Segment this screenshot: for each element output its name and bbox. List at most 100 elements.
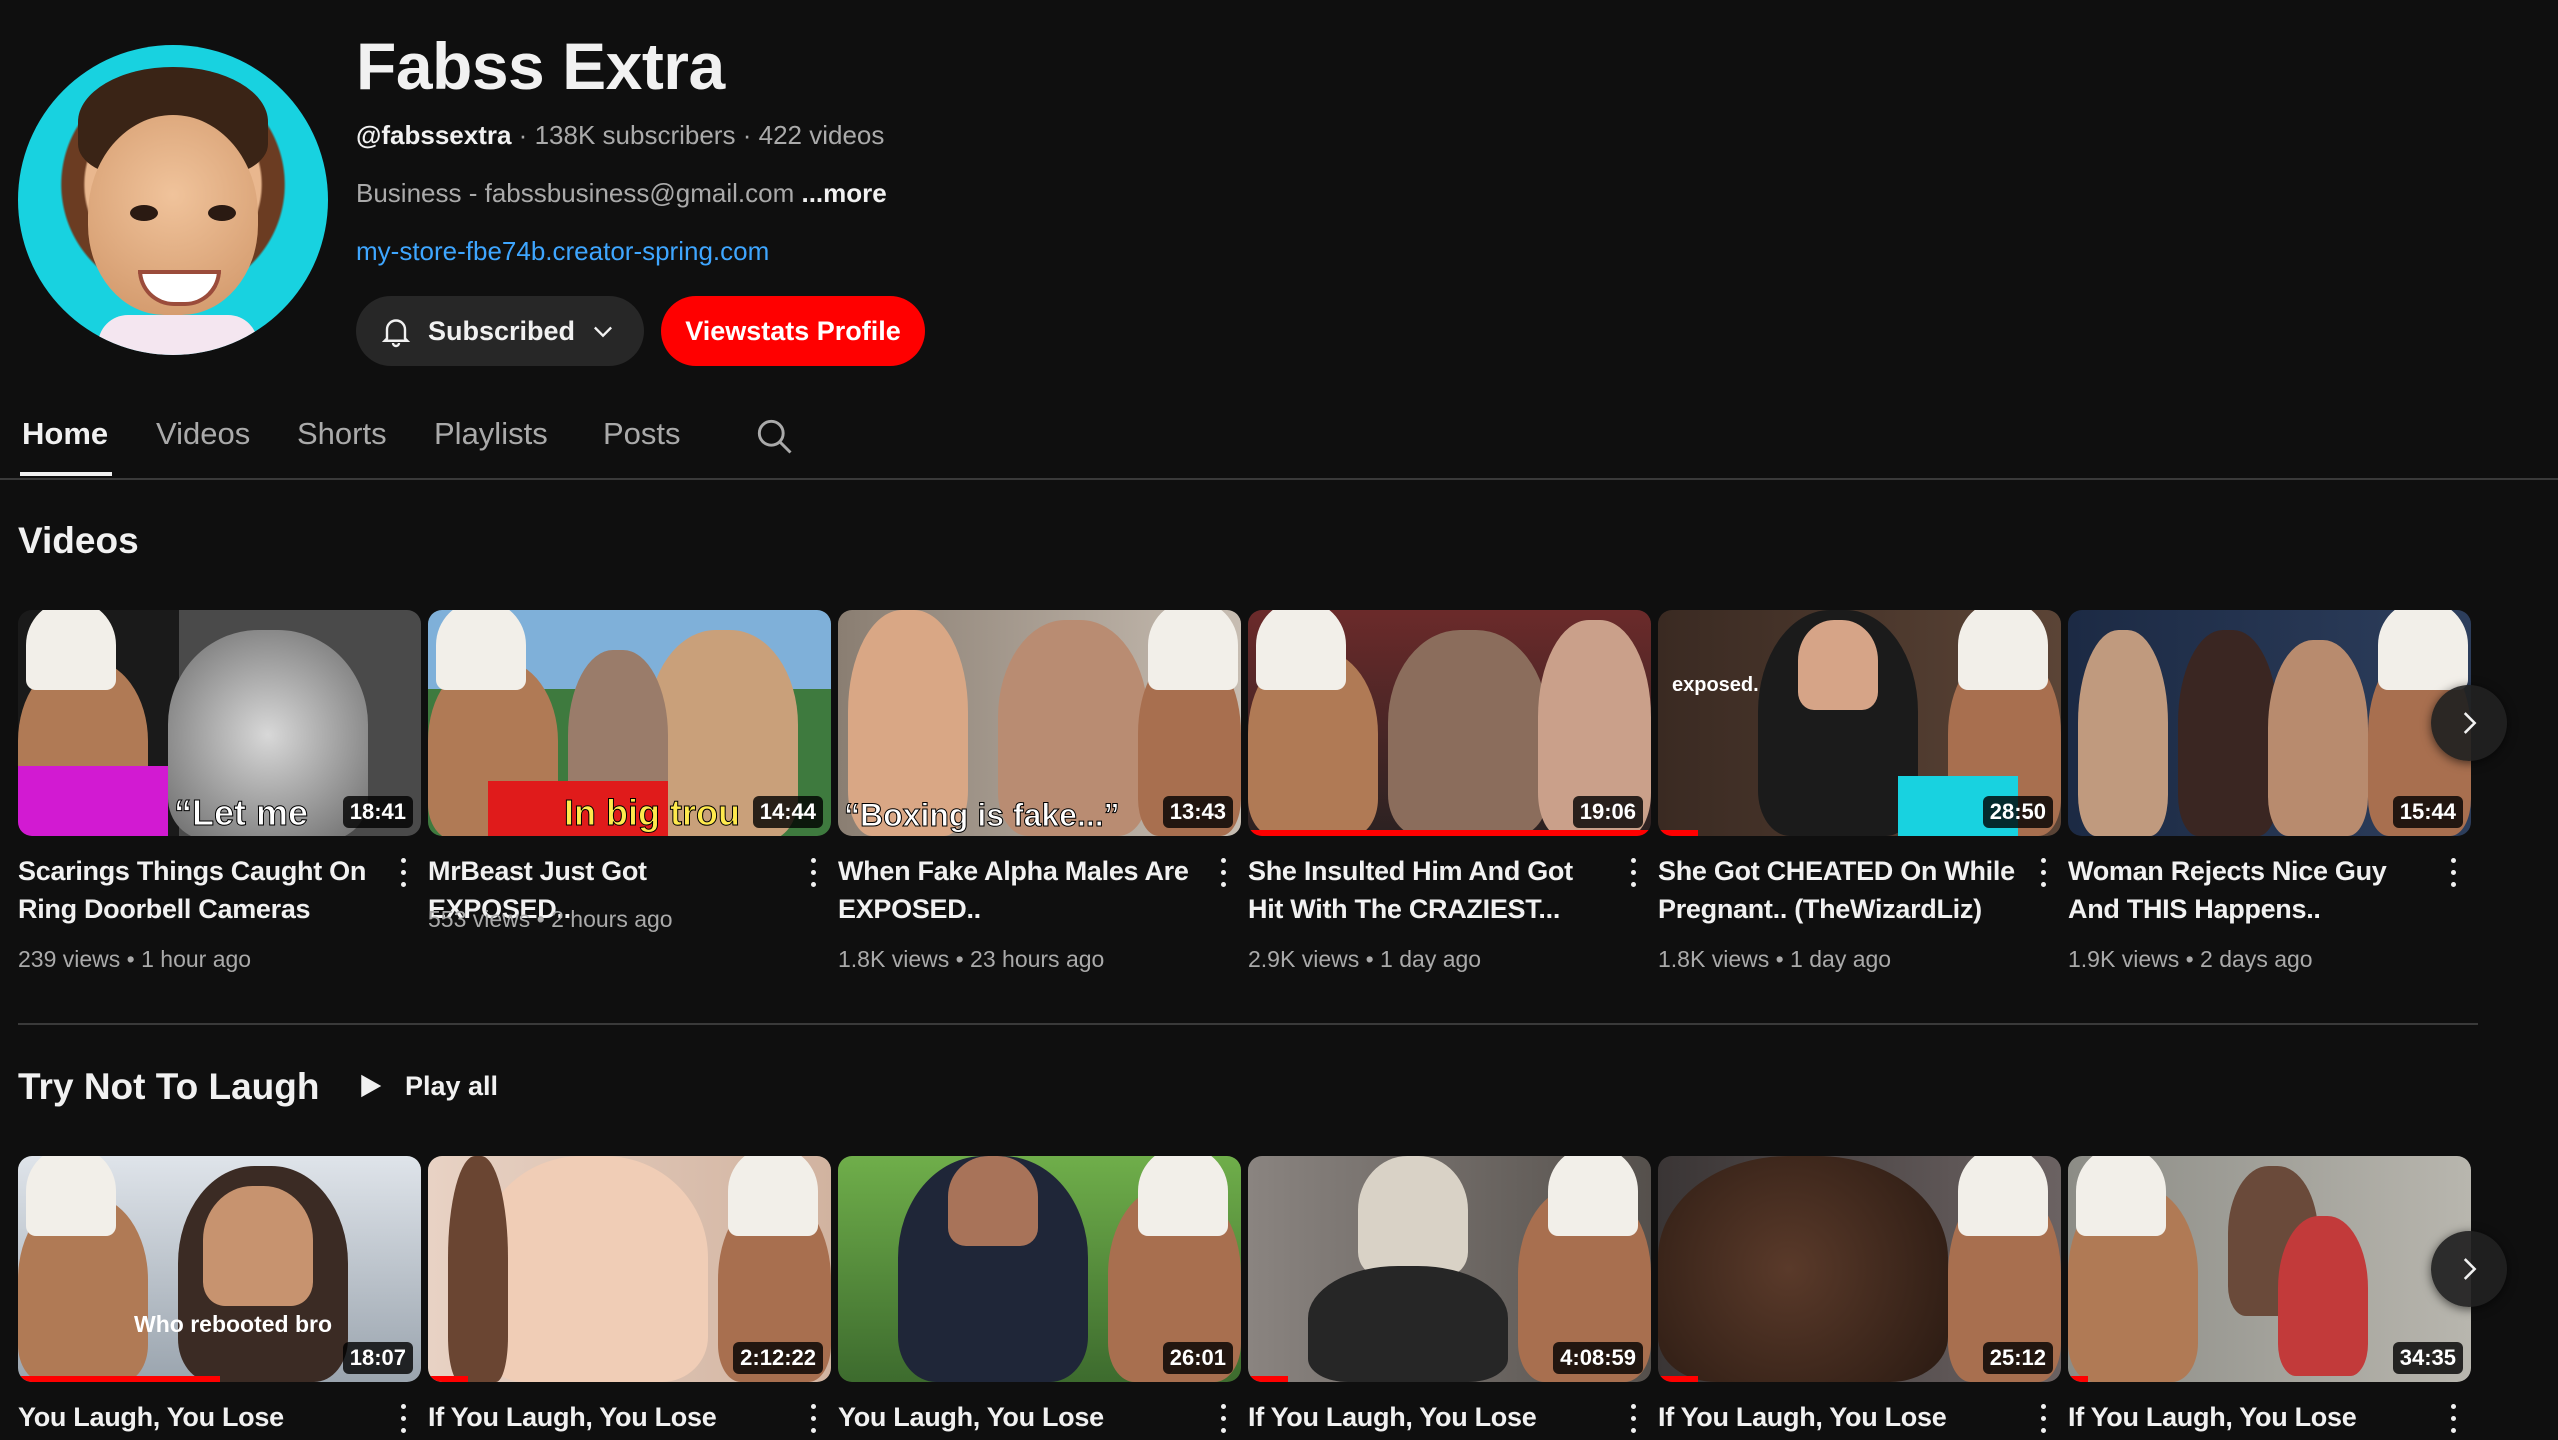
- play-all-button[interactable]: Play all: [355, 1070, 498, 1102]
- more-vertical-icon[interactable]: [391, 1400, 415, 1438]
- video-thumbnail[interactable]: 25:12: [1658, 1156, 2061, 1382]
- more-vertical-icon[interactable]: [1621, 854, 1645, 892]
- section-divider: [18, 1023, 2478, 1025]
- video-card[interactable]: 19:06 She Insulted Him And Got Hit With …: [1248, 610, 1651, 972]
- watch-progress: [1658, 1376, 1699, 1382]
- video-title[interactable]: If You Laugh, You Lose: [2068, 1398, 2428, 1436]
- channel-title: Fabss Extra: [356, 29, 725, 103]
- video-duration: 18:07: [342, 1342, 413, 1374]
- more-vertical-icon[interactable]: [1211, 1400, 1235, 1438]
- more-vertical-icon[interactable]: [1621, 1400, 1645, 1438]
- section-title-try-not-to-laugh[interactable]: Try Not To Laugh: [18, 1066, 319, 1108]
- section-title-videos[interactable]: Videos: [18, 520, 139, 562]
- video-thumbnail[interactable]: 34:35: [2068, 1156, 2471, 1382]
- video-card[interactable]: Who rebooted bro 18:07 You Laugh, You Lo…: [18, 1156, 421, 1433]
- channel-link[interactable]: my-store-fbe74b.creator-spring.com: [356, 236, 769, 267]
- video-thumbnail[interactable]: 4:08:59: [1248, 1156, 1651, 1382]
- video-duration: 13:43: [1162, 796, 1233, 828]
- video-meta: 2.9K views • 1 day ago: [1248, 946, 1482, 972]
- video-meta: 1.8K views • 23 hours ago: [838, 946, 1105, 972]
- video-count: 422 videos: [758, 120, 885, 150]
- video-card[interactable]: “Boxing is fake...” 13:43 When Fake Alph…: [838, 610, 1241, 972]
- video-card[interactable]: 2:12:22 If You Laugh, You Lose: [428, 1156, 831, 1433]
- more-vertical-icon[interactable]: [2031, 1400, 2055, 1438]
- tab-posts[interactable]: Posts: [603, 416, 681, 452]
- viewstats-profile-button[interactable]: Viewstats Profile: [661, 296, 925, 366]
- watch-progress: [1658, 830, 1699, 836]
- video-thumbnail[interactable]: 26:01: [838, 1156, 1241, 1382]
- video-duration: 26:01: [1162, 1342, 1233, 1374]
- video-card[interactable]: exposed. 28:50 She Got CHEATED On While …: [1658, 610, 2061, 972]
- channel-avatar[interactable]: [18, 45, 328, 355]
- thumbnail-text: Who rebooted bro: [134, 1311, 333, 1337]
- watch-progress: [18, 1376, 220, 1382]
- channel-tabs: Home Videos Shorts Playlists Posts: [0, 400, 2558, 480]
- separator: ·: [518, 120, 528, 150]
- video-card[interactable]: 26:01 You Laugh, You Lose: [838, 1156, 1241, 1433]
- video-thumbnail[interactable]: “Boxing is fake...” 13:43: [838, 610, 1241, 836]
- tab-shorts[interactable]: Shorts: [297, 416, 387, 452]
- video-title[interactable]: She Got CHEATED On While Pregnant.. (The…: [1658, 852, 2018, 928]
- carousel-next-button[interactable]: [2431, 1231, 2507, 1307]
- video-meta: 239 views • 1 hour ago: [18, 946, 252, 972]
- video-thumbnail[interactable]: 19:06: [1248, 610, 1651, 836]
- video-title[interactable]: If You Laugh, You Lose: [1248, 1398, 1608, 1436]
- video-thumbnail[interactable]: “Let me 18:41: [18, 610, 421, 836]
- video-title[interactable]: If You Laugh, You Lose: [1658, 1398, 2018, 1436]
- video-thumbnail[interactable]: 2:12:22: [428, 1156, 831, 1382]
- subscribed-button[interactable]: Subscribed: [356, 296, 644, 366]
- video-duration: 15:44: [2392, 796, 2463, 828]
- search-icon[interactable]: [752, 414, 796, 458]
- video-title[interactable]: You Laugh, You Lose: [18, 1398, 378, 1436]
- bell-icon: [381, 319, 411, 348]
- subscriber-count: 138K subscribers: [534, 120, 736, 150]
- video-thumbnail[interactable]: In big trou 14:44: [428, 610, 831, 836]
- active-tab-indicator: [20, 472, 112, 476]
- more-vertical-icon[interactable]: [801, 1400, 825, 1438]
- more-vertical-icon[interactable]: [391, 854, 415, 892]
- video-title[interactable]: When Fake Alpha Males Are EXPOSED..: [838, 852, 1198, 928]
- video-card[interactable]: 15:44 Woman Rejects Nice Guy And THIS Ha…: [2068, 610, 2471, 972]
- video-duration: 2:12:22: [733, 1342, 823, 1374]
- tab-home[interactable]: Home: [22, 416, 108, 452]
- video-card[interactable]: 34:35 If You Laugh, You Lose: [2068, 1156, 2471, 1433]
- video-title[interactable]: Scarings Things Caught On Ring Doorbell …: [18, 852, 378, 928]
- watch-progress: [428, 1376, 469, 1382]
- video-title[interactable]: She Insulted Him And Got Hit With The CR…: [1248, 852, 1608, 928]
- watch-progress: [1248, 1376, 1289, 1382]
- video-title[interactable]: Woman Rejects Nice Guy And THIS Happens.…: [2068, 852, 2428, 928]
- video-duration: 25:12: [1982, 1342, 2053, 1374]
- video-duration: 28:50: [1982, 796, 2053, 828]
- video-meta: 553 views • 2 hours ago: [428, 906, 673, 932]
- watch-progress: [2068, 1376, 2089, 1382]
- thumbnail-text: exposed.: [1672, 674, 1759, 696]
- carousel-next-button[interactable]: [2431, 685, 2507, 761]
- video-card[interactable]: 4:08:59 If You Laugh, You Lose: [1248, 1156, 1651, 1433]
- video-duration: 14:44: [752, 796, 823, 828]
- watch-progress: [1248, 830, 1651, 836]
- video-title[interactable]: You Laugh, You Lose: [838, 1398, 1198, 1436]
- video-thumbnail[interactable]: exposed. 28:50: [1658, 610, 2061, 836]
- video-title[interactable]: If You Laugh, You Lose: [428, 1398, 788, 1436]
- tab-videos[interactable]: Videos: [156, 416, 250, 452]
- channel-meta: @fabssextra · 138K subscribers · 422 vid…: [356, 120, 884, 151]
- more-vertical-icon[interactable]: [2441, 1400, 2465, 1438]
- video-thumbnail[interactable]: 15:44: [2068, 610, 2471, 836]
- play-all-label: Play all: [405, 1070, 499, 1101]
- video-thumbnail[interactable]: Who rebooted bro 18:07: [18, 1156, 421, 1382]
- more-vertical-icon[interactable]: [1211, 854, 1235, 892]
- video-duration: 19:06: [1572, 796, 1643, 828]
- subscribed-label: Subscribed: [428, 315, 576, 346]
- channel-handle: @fabssextra: [356, 120, 512, 150]
- video-meta: 1.8K views • 1 day ago: [1658, 946, 1892, 972]
- video-card[interactable]: “Let me 18:41 Scarings Things Caught On …: [18, 610, 421, 972]
- chevron-right-icon: [2463, 1258, 2477, 1280]
- video-card[interactable]: 25:12 If You Laugh, You Lose: [1658, 1156, 2061, 1433]
- channel-description[interactable]: Business - fabssbusiness@gmail.com ...mo…: [356, 178, 887, 209]
- more-link[interactable]: ...more: [801, 178, 886, 208]
- more-vertical-icon[interactable]: [2441, 854, 2465, 892]
- more-vertical-icon[interactable]: [801, 854, 825, 892]
- video-card[interactable]: In big trou 14:44 MrBeast Just Got EXPOS…: [428, 610, 831, 932]
- tab-playlists[interactable]: Playlists: [434, 416, 548, 452]
- more-vertical-icon[interactable]: [2031, 854, 2055, 892]
